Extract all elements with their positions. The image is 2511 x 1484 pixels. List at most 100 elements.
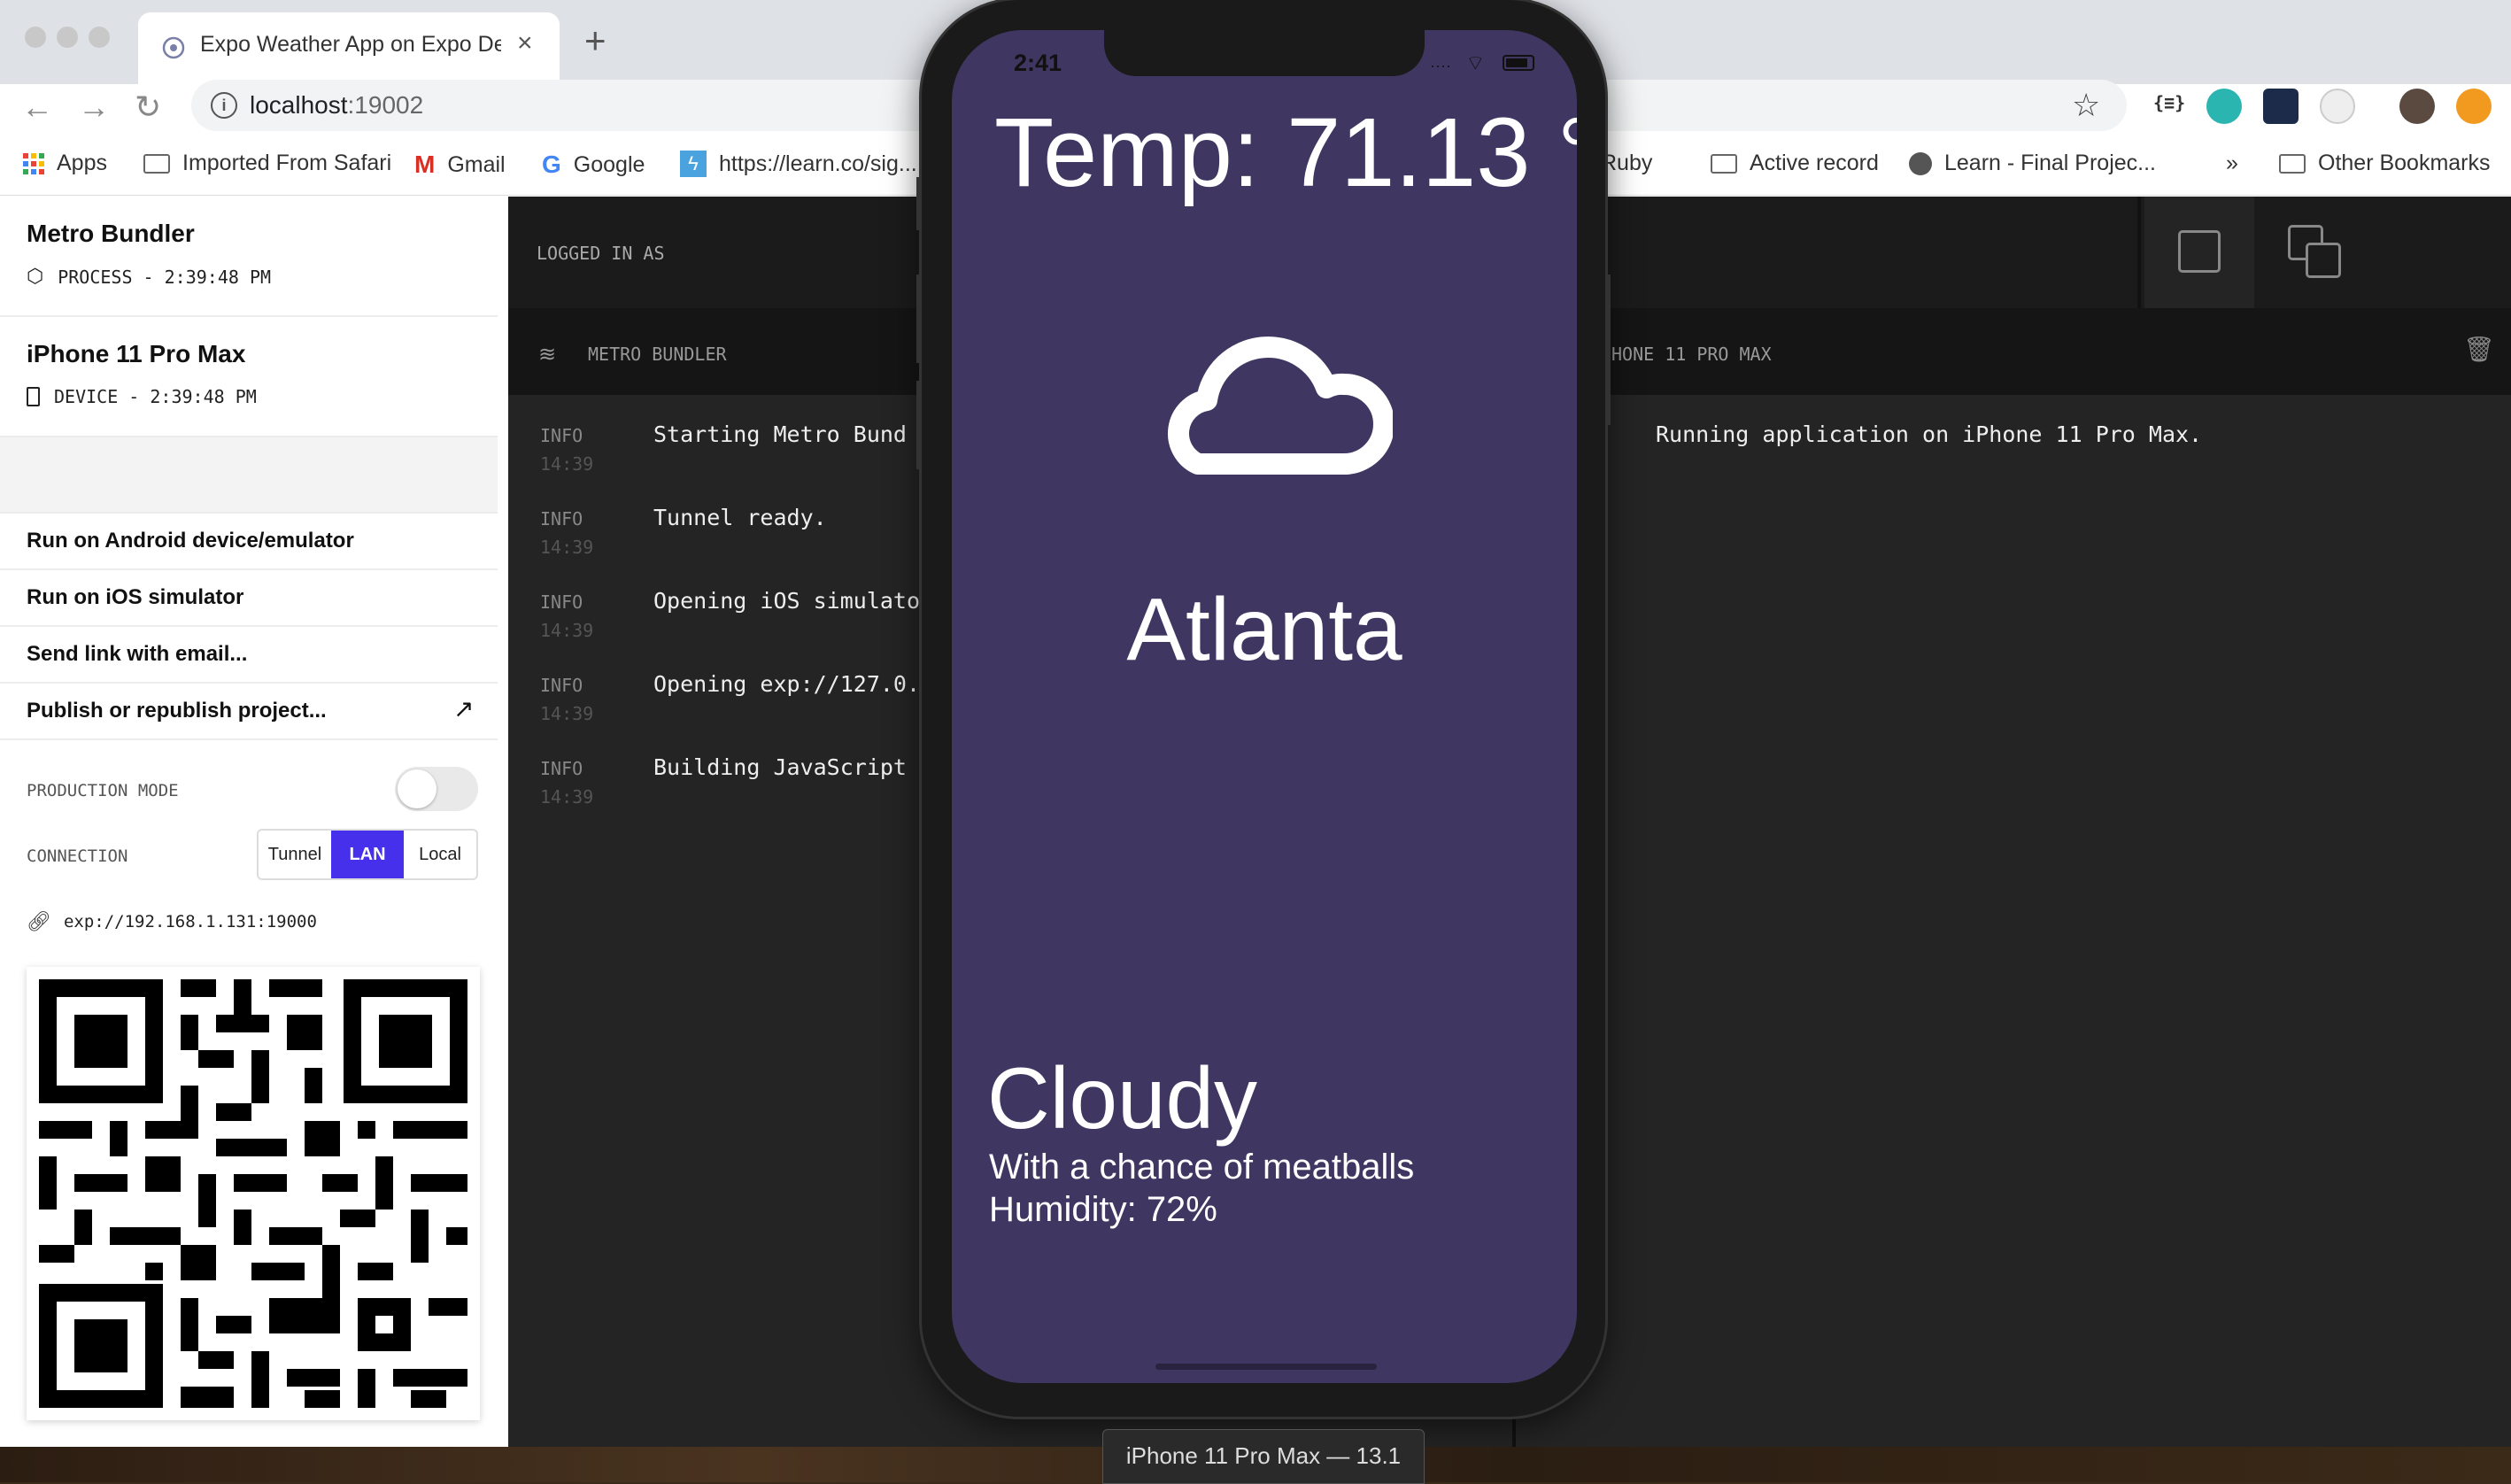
volume-up-button[interactable] [916,274,922,363]
window-minimize-button[interactable] [57,27,78,48]
folder-icon [143,153,170,174]
url-text: localhost:19002 [250,91,424,119]
home-indicator[interactable] [1155,1364,1377,1370]
log-entry: INFO 14:39 [540,591,594,641]
device-card[interactable]: iPhone 11 Pro Max DEVICE - 2:39:48 PM [0,317,498,437]
bookmark-learn-final-project[interactable]: Learn - Final Projec... [1909,151,2156,176]
battery-icon [1503,55,1534,71]
bookmark-star-icon[interactable]: ☆ [2072,87,2100,124]
status-clock: 2:41 [1014,50,1062,76]
signal-icon: ···· [1430,57,1451,74]
toggle-knob [398,769,437,808]
expo-favicon-icon [162,36,185,59]
process-subtitle: ⬡ PROCESS - 2:39:48 PM [27,266,272,288]
phone-icon [27,387,40,406]
phone-notch [1104,30,1425,76]
volume-down-button[interactable] [916,381,922,469]
bookmark-imported-from-safari[interactable]: Imported From Safari [143,151,391,176]
back-icon[interactable]: ← [21,89,53,126]
bookmark-google[interactable]: G Google [542,151,645,179]
globe-icon [1909,151,1932,175]
exp-url-row: 🔗︎ exp://192.168.1.131:19000 [27,910,317,933]
wifi-icon: ⌔ [1465,51,1486,75]
log-entry: INFO 14:39 [540,758,594,808]
humidity-text: Humidity: 72% [989,1190,1217,1229]
metro-bundler-panel-title[interactable]: METRO BUNDLER [588,344,727,365]
react-devtools-icon[interactable] [2263,89,2299,124]
connection-selector[interactable]: Tunnel LAN Local [257,829,478,880]
production-mode-label: PRODUCTION MODE [27,781,179,800]
device-log-message: Running application on iPhone 11 Pro Max… [1656,421,2203,447]
gmail-icon: M [414,151,436,178]
connection-lan[interactable]: LAN [331,831,404,878]
run-ios-button[interactable]: Run on iOS simulator [0,570,498,627]
window-close-button[interactable] [25,27,46,48]
city-name: Atlanta [1126,580,1402,679]
layers-icon: ≋ [538,343,557,367]
connection-tunnel[interactable]: Tunnel [259,831,331,878]
device-panel-title[interactable]: HONE 11 PRO MAX [1611,344,1772,365]
tab-title: Expo Weather App on Expo Developer Tools [200,32,501,57]
forward-icon[interactable]: → [78,89,110,126]
cube-icon: ⬡ [27,266,44,288]
bookmark-apps[interactable]: Apps [23,151,107,176]
external-arrow-icon: ↗ [453,695,475,723]
device-subtitle: DEVICE - 2:39:48 PM [27,386,257,407]
publish-button[interactable]: Publish or republish project... ↗ [0,684,498,740]
log-message: Building JavaScript [653,754,907,780]
process-title: Metro Bundler [27,220,195,247]
split-panel-layout-button[interactable] [2261,197,2371,308]
extension-m-icon[interactable] [2206,89,2242,124]
app-screen[interactable]: 2:41 ···· ⌔ Temp: 71.13 ° Atlanta Cloudy… [952,30,1577,1383]
square-layout-icon [2178,230,2221,273]
process-card[interactable]: Metro Bundler ⬡ PROCESS - 2:39:48 PM [0,197,498,317]
trash-icon[interactable]: 🗑︎ [2463,335,2495,364]
bookmark-ruby[interactable]: Ruby [1601,151,1652,176]
log-message: Opening iOS simulato [653,588,921,614]
devtools-sidebar: Metro Bundler ⬡ PROCESS - 2:39:48 PM iPh… [0,197,508,1447]
log-message: Starting Metro Bund [653,421,907,447]
json-viewer-extension-icon[interactable]: {≡} [2153,92,2185,113]
send-link-button[interactable]: Send link with email... [0,627,498,684]
google-icon: G [542,151,561,178]
new-tab-button[interactable]: + [584,19,607,62]
link-icon: 🔗︎ [27,910,51,932]
production-mode-toggle[interactable] [395,767,478,811]
bookmark-active-record[interactable]: Active record [1711,151,1879,176]
bookmark-other-bookmarks[interactable]: Other Bookmarks [2279,151,2491,176]
header-divider [2137,197,2141,308]
tab-close-icon[interactable]: × [517,28,533,58]
reload-icon[interactable]: ↻ [135,89,161,126]
sidebar-spacer [0,437,498,514]
log-entry: INFO 14:39 [540,425,594,475]
apps-grid-icon [23,152,44,174]
exp-url[interactable]: exp://192.168.1.131:19000 [64,912,317,931]
log-entry: INFO 14:39 [540,675,594,724]
weather-description: With a chance of meatballs [989,1148,1415,1186]
window-maximize-button[interactable] [89,27,110,48]
bookmark-gmail[interactable]: M Gmail [414,151,506,179]
site-info-icon[interactable]: i [211,92,237,119]
connection-local[interactable]: Local [404,831,476,878]
logged-in-as-label: LOGGED IN AS [537,243,665,264]
device-title: iPhone 11 Pro Max [27,340,246,367]
simulator-window-title[interactable]: iPhone 11 Pro Max — 13.1 [1102,1429,1425,1484]
bookmark-learn-co[interactable]: ϟ https://learn.co/sig... [680,151,917,177]
single-panel-layout-button[interactable] [2144,197,2254,308]
temperature-text: Temp: 71.13 ° [994,98,1577,207]
cloud-icon [1168,336,1393,475]
log-entry: INFO 14:39 [540,508,594,558]
lightning-icon: ϟ [680,151,707,177]
run-android-button[interactable]: Run on Android device/emulator [0,514,498,570]
profile-avatar[interactable] [2399,89,2435,124]
qr-code [27,967,480,1420]
side-button[interactable] [1605,274,1611,425]
split-layout-icon-front [2306,243,2341,278]
update-icon[interactable] [2456,89,2492,124]
extension-cookie-icon[interactable] [2320,89,2355,124]
connection-label: CONNECTION [27,846,128,866]
log-message: Opening exp://127.0. [653,671,921,697]
bookmarks-overflow-button[interactable]: » [2226,151,2238,176]
browser-tab[interactable]: Expo Weather App on Expo Developer Tools… [138,12,560,84]
weather-condition: Cloudy [987,1049,1258,1147]
